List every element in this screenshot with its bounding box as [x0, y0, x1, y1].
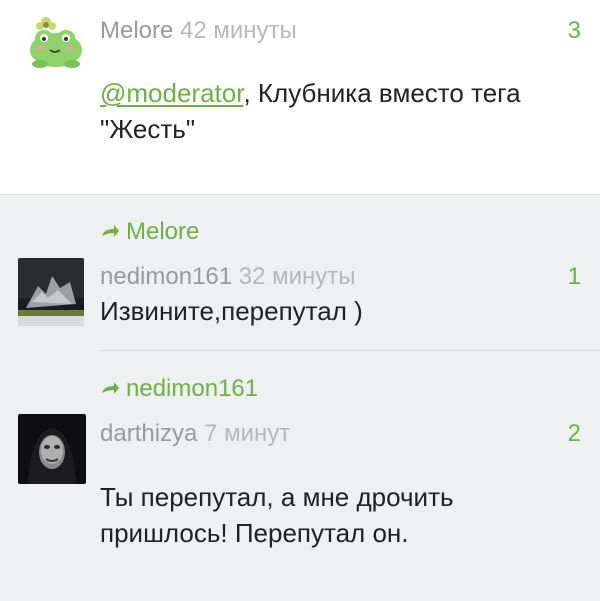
reply-to-link[interactable]: Melore — [100, 218, 199, 246]
avatar-darthizya[interactable] — [18, 414, 86, 484]
author-name[interactable]: darthizya — [100, 420, 197, 447]
comment-body: @moderator, Клубника вместо тега "Жесть" — [100, 75, 580, 147]
comment-2-meta: nedimon161 32 минуты — [100, 263, 356, 291]
mention-link[interactable]: @moderator — [100, 78, 243, 108]
comment-score: 3 — [567, 17, 581, 44]
reply-arrow-icon — [102, 382, 119, 394]
comment-1-meta: Melore 42 минуты — [100, 17, 297, 45]
comment-score: 1 — [567, 263, 581, 290]
comment-text-line2: "Жесть" — [100, 114, 196, 144]
reply-to-name: Melore — [126, 218, 200, 245]
comment-text-line1: Ты перепутал, а мне дрочить — [100, 482, 454, 512]
reply-divider — [100, 350, 600, 351]
frog-avatar-icon — [22, 12, 88, 74]
comment-body: Ты перепутал, а мне дрочить пришлось! Пе… — [100, 479, 580, 551]
reply-to-link[interactable]: nedimon161 — [100, 375, 258, 403]
comment-text-line1: , Клубника вместо тега — [243, 78, 521, 108]
reply-arrow-icon — [102, 225, 119, 237]
timestamp: 7 минут — [204, 420, 291, 447]
avatar-nedimon161[interactable] — [18, 258, 84, 326]
comment-body: Извините,перепутал ) — [100, 296, 363, 326]
reply-to-name: nedimon161 — [126, 375, 259, 402]
author-name[interactable]: Melore — [100, 17, 173, 44]
comment-3-meta: darthizya 7 минут — [100, 420, 290, 448]
statue-avatar-icon — [18, 258, 84, 326]
hooded-figure-avatar-icon — [18, 414, 86, 484]
timestamp: 32 минуты — [238, 263, 356, 290]
comment-text-line2: пришлось! Перепутал он. — [100, 518, 409, 548]
timestamp: 42 минуты — [180, 17, 297, 44]
author-name[interactable]: nedimon161 — [100, 263, 232, 290]
avatar-melore[interactable] — [22, 12, 88, 74]
comment-score: 2 — [567, 420, 581, 447]
